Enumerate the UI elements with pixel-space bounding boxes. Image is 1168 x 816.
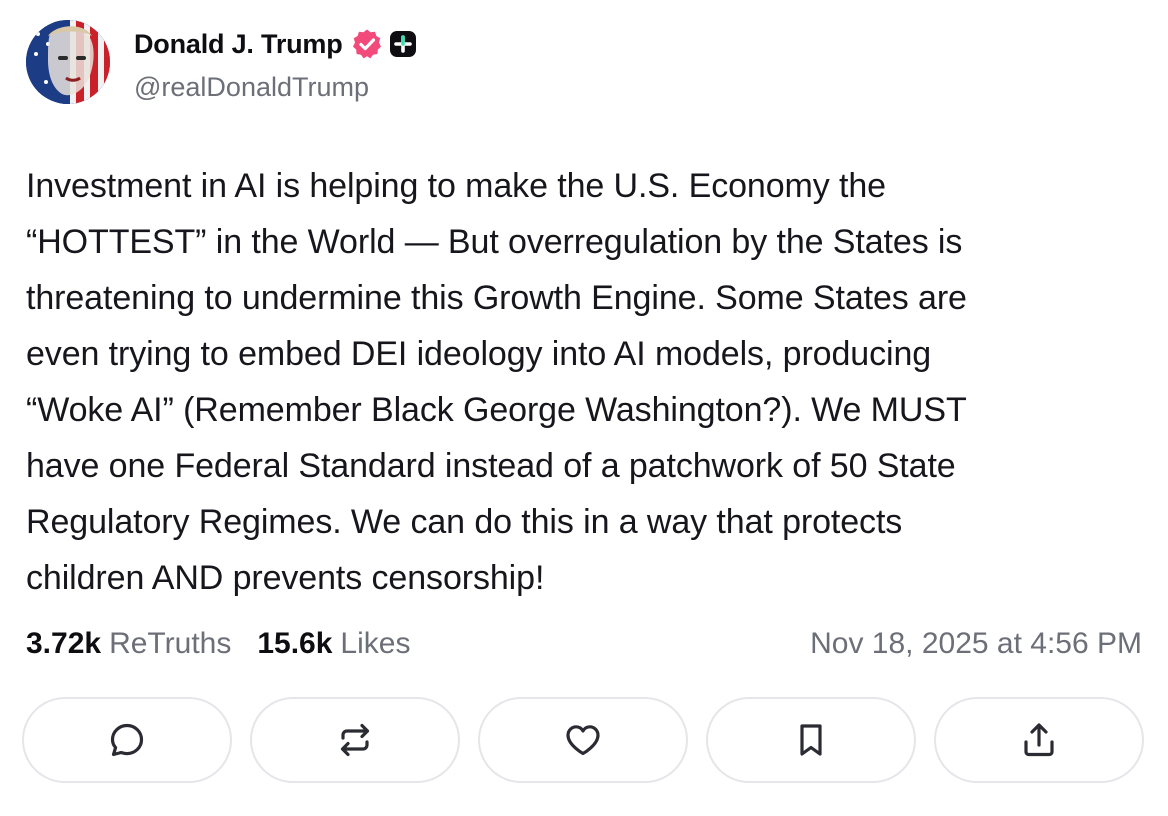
- likes-count: 15.6k: [257, 627, 333, 660]
- avatar[interactable]: [26, 20, 110, 104]
- truth-plus-icon: [389, 31, 416, 57]
- reply-button[interactable]: [22, 697, 232, 783]
- post-timestamp: Nov 18, 2025 at 4:56 PM: [810, 627, 1142, 660]
- share-icon: [1024, 723, 1054, 757]
- retruths-stat[interactable]: 3.72k ReTruths: [26, 627, 231, 661]
- avatar-image: [26, 20, 110, 104]
- retruths-count: 3.72k: [26, 627, 102, 660]
- retruth-button[interactable]: [250, 697, 460, 783]
- comment-icon: [110, 723, 144, 757]
- likes-label: Likes: [340, 627, 411, 660]
- bookmark-button[interactable]: [706, 697, 916, 783]
- truth-post: Donald J. Trump @realDonaldTrump Investm…: [0, 0, 1168, 816]
- likes-stat[interactable]: 15.6k Likes: [257, 627, 410, 661]
- repost-icon: [340, 723, 370, 757]
- post-stats: 3.72k ReTruths 15.6k Likes Nov 18, 2025 …: [26, 622, 1142, 666]
- retruths-label: ReTruths: [109, 627, 232, 660]
- author-handle[interactable]: @realDonaldTrump: [134, 72, 369, 103]
- post-text: Investment in AI is helping to make the …: [26, 167, 967, 597]
- action-bar: [22, 697, 1144, 783]
- like-button[interactable]: [478, 697, 688, 783]
- verified-badge-icon: [352, 29, 381, 59]
- share-button[interactable]: [934, 697, 1144, 783]
- author-display-name[interactable]: Donald J. Trump: [134, 29, 343, 60]
- bookmark-icon: [800, 724, 822, 756]
- author-name-row: Donald J. Trump: [134, 26, 417, 62]
- heart-icon: [566, 725, 600, 756]
